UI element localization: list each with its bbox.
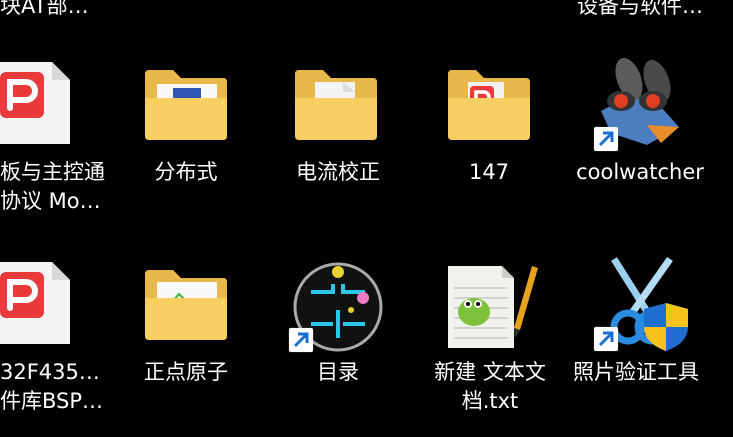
folder-icon — [295, 70, 377, 140]
desktop-item-folder-fenbushi[interactable]: 分布式 — [138, 60, 234, 200]
desktop-item-label: 新建 文本文 档.txt — [434, 360, 546, 413]
pdf-file-icon — [0, 62, 70, 144]
desktop-item-label: coolwatcher — [576, 160, 704, 184]
desktop-item-label: 147 — [468, 160, 510, 184]
desktop-item-label: 板与主控通 协议 Mo… — [0, 160, 105, 213]
desktop-item-label: 目录 — [317, 360, 359, 384]
desktop-item-label: 正点原子 — [144, 360, 228, 384]
partial-label-left: 块AT部… — [0, 0, 89, 18]
partial-label-right: 设备与软件… — [577, 0, 703, 18]
desktop-item-label: 分布式 — [154, 160, 218, 184]
folder-icon — [448, 70, 530, 140]
shortcut-arrow-icon — [594, 327, 618, 351]
folder-icon — [145, 270, 227, 340]
desktop-item-folder-zhengdian[interactable]: 正点原子 — [130, 262, 242, 402]
desktop-item-folder-dianliu[interactable]: 电流校正 — [283, 60, 393, 200]
desktop-item-coolwatcher[interactable]: coolwatcher — [567, 55, 713, 200]
folder-icon — [145, 70, 227, 140]
desktop-item-pdf-1[interactable]: 板与主控通 协议 Mo… — [0, 60, 110, 220]
desktop-item-txt[interactable]: 新建 文本文 档.txt — [420, 258, 560, 428]
shortcut-arrow-icon — [289, 328, 313, 352]
notepad-plus-plus-icon — [448, 266, 538, 348]
desktop-item-pdf-2[interactable]: 32F435… 件库BSP… — [0, 262, 110, 422]
shortcut-arrow-icon — [594, 127, 618, 151]
pdf-file-icon — [0, 262, 70, 344]
desktop-item-label: 32F435… 件库BSP… — [0, 360, 104, 413]
desktop-item-folder-147[interactable]: 147 — [437, 60, 541, 200]
desktop-item-mulu[interactable]: 目录 — [283, 262, 393, 402]
desktop-item-photo-verify[interactable]: 照片验证工具 — [566, 255, 716, 405]
desktop-item-label: 照片验证工具 — [573, 360, 699, 384]
desktop-item-label: 电流校正 — [296, 160, 380, 184]
